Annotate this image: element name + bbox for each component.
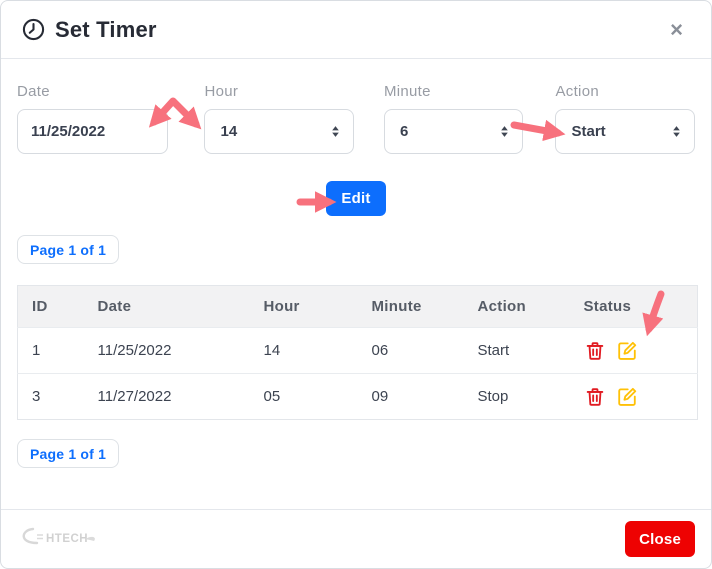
clock-icon: [21, 17, 46, 42]
cell-action: Stop: [463, 373, 570, 420]
up-down-spinner-icon: [330, 124, 341, 139]
date-label: Date: [17, 83, 50, 100]
cell-hour: 14: [249, 327, 358, 374]
cell-id: 1: [17, 327, 84, 374]
table-row: 3 11/27/2022 05 09 Stop: [17, 373, 698, 420]
cell-minute: 06: [357, 327, 464, 374]
col-header-date: Date: [83, 285, 250, 328]
col-header-hour: Hour: [249, 285, 358, 328]
close-button[interactable]: Close: [625, 521, 695, 557]
timers-table: ID Date Hour Minute Action Status 1 11/2…: [17, 285, 698, 420]
col-header-status: Status: [569, 285, 698, 328]
col-header-id: ID: [17, 285, 84, 328]
hour-label: Hour: [204, 83, 239, 100]
cell-minute: 09: [357, 373, 464, 420]
pagination-bottom[interactable]: Page 1 of 1: [17, 439, 120, 468]
trash-icon[interactable]: [584, 340, 606, 362]
trash-icon[interactable]: [584, 386, 606, 408]
up-down-spinner-icon: [671, 124, 682, 139]
minute-select[interactable]: 6: [383, 109, 524, 154]
minute-label: Minute: [383, 83, 431, 100]
action-select-value: Start: [571, 123, 606, 140]
close-icon[interactable]: ×: [662, 15, 691, 45]
table-header-row: ID Date Hour Minute Action Status: [17, 285, 698, 328]
pagination-top[interactable]: Page 1 of 1: [17, 235, 120, 264]
edit-pencil-square-icon[interactable]: [616, 340, 638, 362]
table-row: 1 11/25/2022 14 06 Start: [17, 327, 698, 374]
action-select[interactable]: Start: [555, 109, 695, 154]
minute-select-value: 6: [399, 123, 409, 140]
date-input[interactable]: [17, 109, 169, 154]
col-header-minute: Minute: [357, 285, 464, 328]
hour-select-value: 14: [220, 123, 238, 140]
modal-header: Set Timer ×: [1, 1, 711, 59]
up-down-spinner-icon: [499, 124, 510, 139]
logo-text: HTECH: [46, 533, 88, 545]
set-timer-modal: Set Timer × Date Hour 14 Minute: [0, 0, 712, 569]
cell-date: 11/25/2022: [83, 327, 250, 374]
modal-title: Set Timer: [55, 16, 157, 42]
modal-footer: HTECH Close: [1, 509, 711, 568]
cell-date: 11/27/2022: [83, 373, 250, 420]
htech-logo: HTECH: [17, 522, 103, 557]
timer-form: Date Hour 14 Minute 6: [17, 83, 695, 154]
col-header-action: Action: [463, 285, 570, 328]
cell-hour: 05: [249, 373, 358, 420]
cell-action: Start: [463, 327, 570, 374]
hour-select[interactable]: 14: [204, 109, 354, 154]
action-label: Action: [555, 83, 599, 100]
edit-button[interactable]: Edit: [326, 181, 386, 216]
cell-id: 3: [17, 373, 84, 420]
modal-body: Date Hour 14 Minute 6: [1, 59, 711, 509]
edit-pencil-square-icon[interactable]: [616, 386, 638, 408]
